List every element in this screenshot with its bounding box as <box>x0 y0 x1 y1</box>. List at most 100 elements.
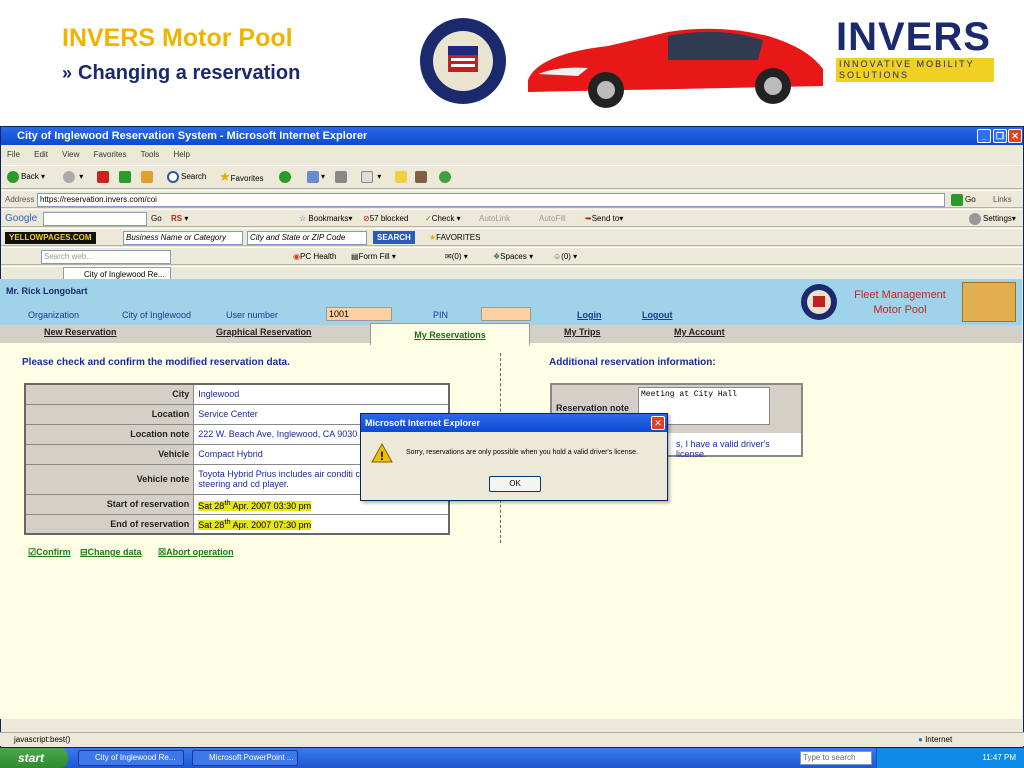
star-icon: ☆ <box>299 214 307 223</box>
messenger-button[interactable] <box>439 169 453 185</box>
menu-tools[interactable]: Tools <box>141 150 160 159</box>
table-row: City Inglewood <box>24 383 450 405</box>
menu-edit[interactable]: Edit <box>34 150 48 159</box>
popup-blocker[interactable]: ⊘57 blocked <box>363 211 408 227</box>
motor-pool-image <box>962 282 1016 322</box>
stop-button[interactable] <box>97 169 111 185</box>
vehicle-note-label: Vehicle note <box>24 463 195 495</box>
autolink-button[interactable]: AutoLink <box>479 211 510 227</box>
nav-my-account[interactable]: My Account <box>674 327 725 337</box>
close-button[interactable]: ✕ <box>1008 129 1022 143</box>
print-icon <box>335 170 347 183</box>
city-zip-input[interactable]: City and State or ZIP Code <box>247 231 367 245</box>
address-input[interactable]: https://reservation.invers.com/coi <box>37 193 945 207</box>
clock: 11:47 PM <box>982 753 1016 762</box>
history-button[interactable] <box>279 169 293 185</box>
google-go-button[interactable]: Go <box>151 211 162 227</box>
notes-button[interactable] <box>395 169 409 185</box>
gear-icon <box>969 212 981 225</box>
menu-view[interactable]: View <box>62 150 79 159</box>
home-button[interactable] <box>141 169 155 185</box>
refresh-button[interactable] <box>119 169 133 185</box>
google-tools[interactable]: RS ▾ <box>171 211 188 227</box>
edit-button[interactable]: ▾ <box>361 169 381 185</box>
go-button[interactable]: Go <box>951 192 976 208</box>
back-button[interactable]: Back ▾ <box>7 169 45 185</box>
nav-my-reservations[interactable]: My Reservations <box>370 323 530 345</box>
dialog-title: Microsoft Internet Explorer <box>361 414 667 432</box>
bookmarks-button[interactable]: ☆ Bookmarks▾ <box>299 211 352 227</box>
people-button[interactable]: ☺(0) ▾ <box>553 249 577 265</box>
send-icon: ➥ <box>585 214 592 223</box>
go-arrow-icon <box>951 193 963 206</box>
settings-button[interactable]: Settings▾ <box>969 211 1016 227</box>
maximize-button[interactable]: ❐ <box>993 129 1007 143</box>
mail-count-button[interactable]: ✉(0) ▾ <box>445 249 468 265</box>
city-seal-small-logo <box>801 284 837 320</box>
task-ie[interactable]: City of Inglewood Re... <box>78 750 184 766</box>
note-label: Reservation note <box>556 403 630 413</box>
mail-count-label: (0) <box>451 252 462 261</box>
form-fill-label: Form Fill <box>358 252 390 261</box>
invers-logo: INVERS INNOVATIVE MOBILITY SOLUTIONS <box>836 16 996 90</box>
pc-health-button[interactable]: ◉PC Health <box>293 249 336 265</box>
logout-link[interactable]: Logout <box>642 310 673 320</box>
forward-button[interactable]: ▾ <box>63 169 83 185</box>
table-row: End of reservation Sat 28th Apr. 2007 07:… <box>24 513 450 535</box>
nav-graphical-reservation[interactable]: Graphical Reservation <box>216 327 312 337</box>
form-fill-button[interactable]: ▤Form Fill ▾ <box>351 249 396 265</box>
research-button[interactable] <box>415 169 429 185</box>
right-heading: Additional reservation information: <box>549 357 716 368</box>
refresh-icon <box>119 170 131 183</box>
abort-link[interactable]: ☒Abort operation <box>158 547 234 558</box>
web-search-input[interactable]: Search web... <box>41 250 171 264</box>
yp-favorites-button[interactable]: ★FAVORITES <box>429 230 480 246</box>
start-date: Sat 28th Apr. 2007 03:30 pm <box>198 498 312 511</box>
autofill-button[interactable]: AutoFill <box>539 211 566 227</box>
send-to-button[interactable]: ➥Send to▾ <box>585 211 623 227</box>
tab-row: City of Inglewood Re... <box>1 266 1023 281</box>
pin-input[interactable] <box>481 307 531 321</box>
print-button[interactable] <box>335 169 349 185</box>
search-button[interactable]: Search <box>167 169 206 185</box>
favorites-button[interactable]: ★Favorites <box>219 169 264 185</box>
yp-favorites-label: FAVORITES <box>436 233 481 242</box>
task-powerpoint[interactable]: Microsoft PowerPoint ... <box>192 750 298 766</box>
google-search-input[interactable] <box>43 212 147 226</box>
menu-file[interactable]: File <box>7 150 20 159</box>
form-icon: ▤ <box>351 252 359 261</box>
research-icon <box>415 170 427 183</box>
dialog-message: Sorry, reservations are only possible wh… <box>406 449 638 456</box>
menu-favorites[interactable]: Favorites <box>94 150 127 159</box>
menu-bar: File Edit View Favorites Tools Help <box>1 147 1023 163</box>
end-label: End of reservation <box>24 513 195 535</box>
forward-arrow-icon <box>63 170 75 183</box>
taskbar-search-input[interactable]: Type to search <box>800 751 872 765</box>
spellcheck-button[interactable]: ✓Check ▾ <box>425 211 461 227</box>
standard-toolbar: Back ▾ ▾ Search ★Favorites ▾ ▾ <box>1 165 1023 189</box>
checkbox-icon: ☑ <box>28 547 37 557</box>
dialog-close-button[interactable]: ✕ <box>651 416 665 430</box>
check-label: Check <box>431 214 455 223</box>
start-button[interactable]: start <box>0 748 68 768</box>
business-input[interactable]: Business Name or Category <box>123 231 243 245</box>
globe-icon: ● <box>918 735 923 744</box>
links-label[interactable]: Links <box>993 192 1012 208</box>
subtitle-text: Changing a reservation <box>78 62 301 84</box>
confirm-link[interactable]: ☑Confirm <box>28 547 71 558</box>
back-arrow-icon <box>7 170 19 183</box>
yp-search-button[interactable]: SEARCH <box>373 231 415 244</box>
spaces-button[interactable]: ❖Spaces ▾ <box>493 249 533 265</box>
minimize-button[interactable]: _ <box>977 129 991 143</box>
login-link[interactable]: Login <box>577 310 602 320</box>
menu-help[interactable]: Help <box>174 150 190 159</box>
user-number-input[interactable]: 1001 <box>326 307 392 321</box>
mail-button[interactable]: ▾ <box>307 169 325 185</box>
nav-my-trips[interactable]: My Trips <box>564 327 601 337</box>
ok-button[interactable]: OK <box>489 476 541 492</box>
abort-label: Abort operation <box>166 547 234 557</box>
address-label: Address <box>5 195 35 204</box>
app-header: Mr. Rick Longobart Organization City of … <box>0 279 1022 325</box>
change-data-link[interactable]: ⊟Change data <box>80 547 142 558</box>
nav-new-reservation[interactable]: New Reservation <box>44 327 117 337</box>
